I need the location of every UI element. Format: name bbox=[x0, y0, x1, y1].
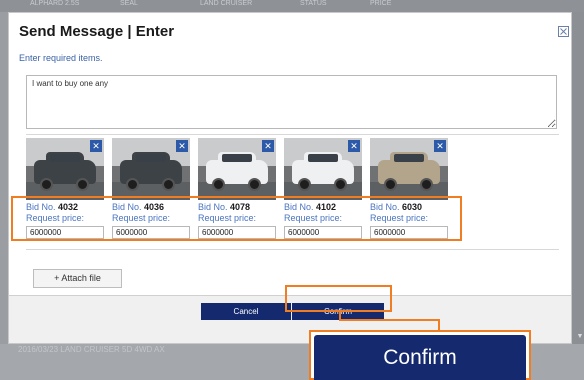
car-thumbnail[interactable]: ✕ bbox=[284, 138, 362, 200]
background-row-text: 2016/03/23 LAND CRUISER 5D 4WD AX bbox=[18, 345, 165, 354]
attach-file-button[interactable]: + Attach file bbox=[33, 269, 122, 288]
instruction-text: Enter required items. bbox=[19, 53, 103, 63]
background-text: STATUS bbox=[300, 0, 327, 7]
background-text: PRICE bbox=[370, 0, 392, 7]
background-text: ALPHARD 2.5S bbox=[30, 0, 80, 7]
divider bbox=[26, 249, 559, 250]
cancel-button[interactable]: Cancel bbox=[201, 303, 291, 320]
car-thumbnail[interactable]: ✕ bbox=[370, 138, 448, 200]
divider bbox=[26, 134, 559, 135]
car-item: ✕ Bid No. 4078 Request price: bbox=[198, 138, 280, 239]
remove-car-icon[interactable]: ✕ bbox=[348, 140, 360, 152]
zoomed-confirm-button[interactable]: Confirm bbox=[314, 335, 526, 380]
car-thumbnail[interactable]: ✕ bbox=[112, 138, 190, 200]
background-scrollbar[interactable] bbox=[572, 12, 584, 344]
callout-connector bbox=[339, 319, 440, 321]
car-item: ✕ Bid No. 4102 Request price: bbox=[284, 138, 366, 239]
background-text: LAND CRUISER bbox=[200, 0, 253, 7]
scroll-down-icon[interactable]: ▼ bbox=[576, 333, 584, 341]
request-price-highlight bbox=[11, 196, 462, 241]
car-item: ✕ Bid No. 4032 Request price: bbox=[26, 138, 108, 239]
car-item: ✕ Bid No. 4036 Request price: bbox=[112, 138, 194, 239]
background-text: SEAL bbox=[120, 0, 138, 7]
background-header-strip: ALPHARD 2.5S SEAL LAND CRUISER STATUS PR… bbox=[0, 0, 584, 12]
close-icon[interactable] bbox=[558, 24, 569, 37]
remove-car-icon[interactable]: ✕ bbox=[262, 140, 274, 152]
background-left-edge bbox=[0, 12, 8, 344]
confirm-button-highlight bbox=[285, 285, 392, 312]
remove-car-icon[interactable]: ✕ bbox=[434, 140, 446, 152]
remove-car-icon[interactable]: ✕ bbox=[90, 140, 102, 152]
car-thumbnail[interactable]: ✕ bbox=[198, 138, 276, 200]
remove-car-icon[interactable]: ✕ bbox=[176, 140, 188, 152]
message-textarea[interactable] bbox=[26, 75, 557, 129]
car-item: ✕ Bid No. 6030 Request price: bbox=[370, 138, 452, 239]
dialog-title: Send Message | Enter bbox=[19, 23, 175, 40]
car-thumbnail[interactable]: ✕ bbox=[26, 138, 104, 200]
